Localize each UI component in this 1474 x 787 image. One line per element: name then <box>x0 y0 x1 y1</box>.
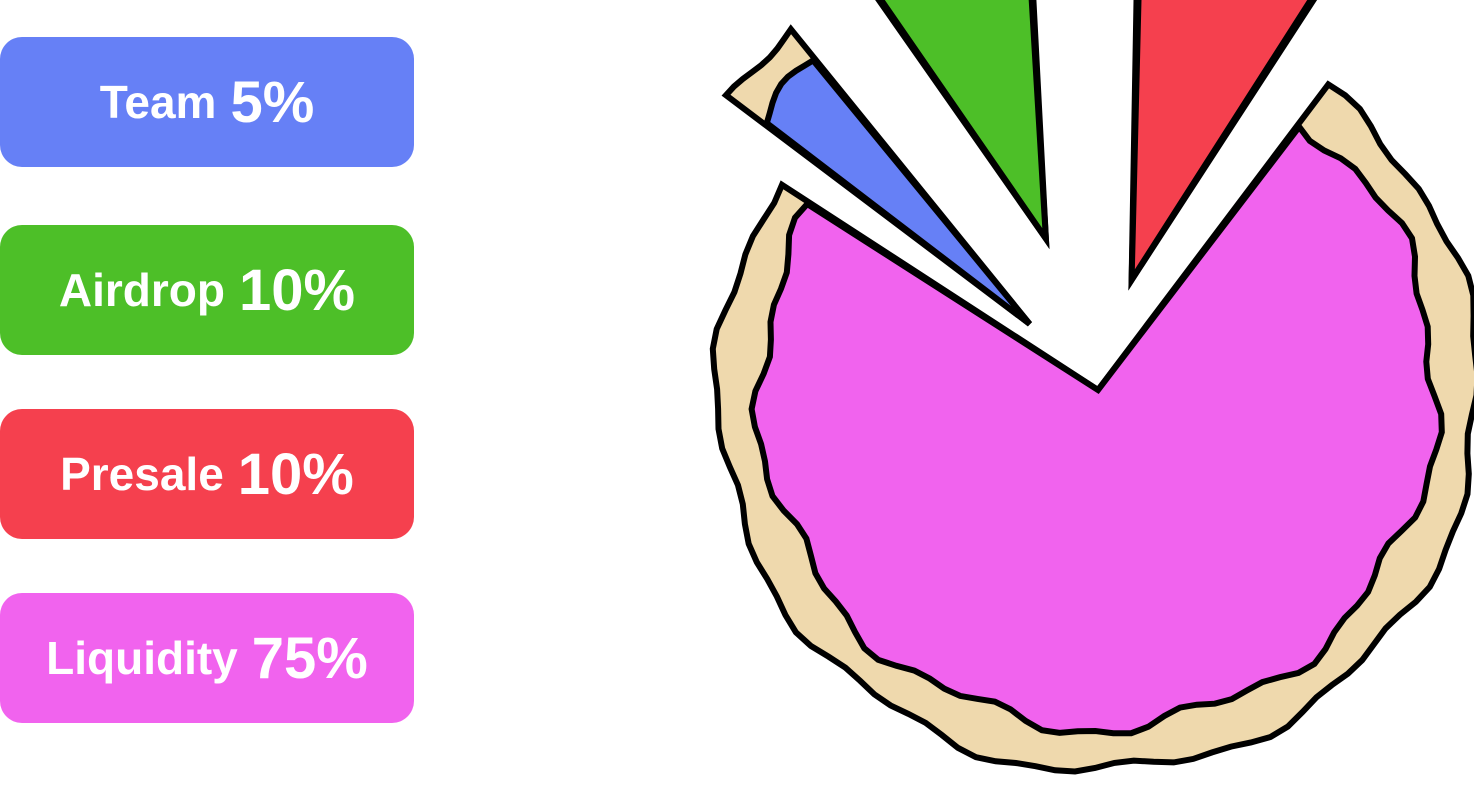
pie-slice-liquidity <box>709 80 1474 775</box>
pie-chart <box>709 0 1474 775</box>
